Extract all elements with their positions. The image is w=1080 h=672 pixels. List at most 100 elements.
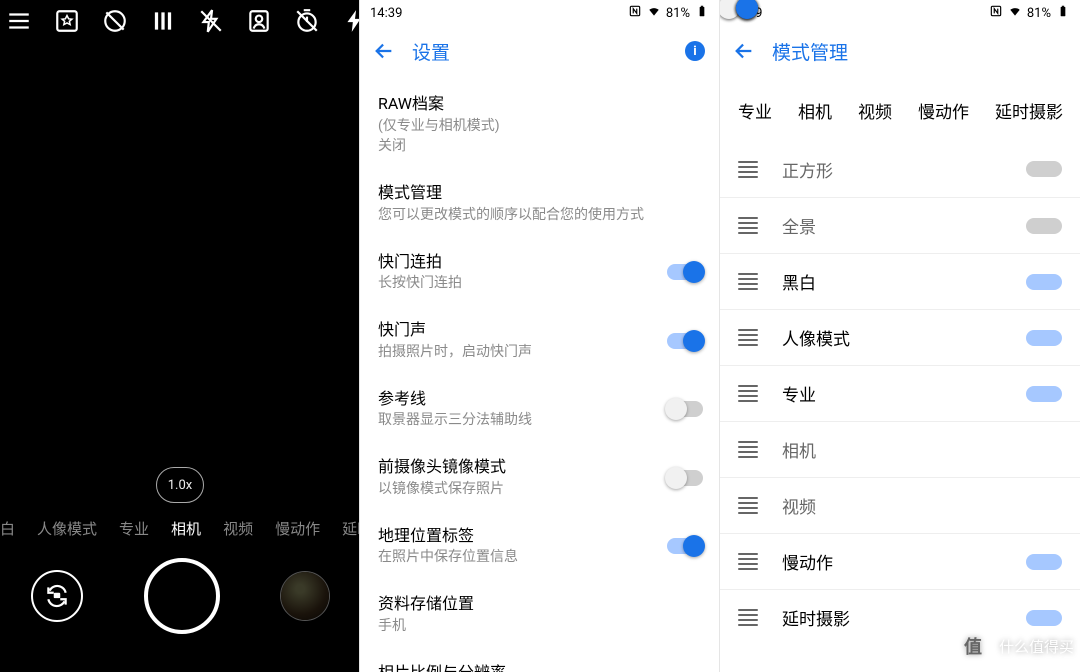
mode-tab[interactable]: 专业: [738, 98, 772, 123]
flash-off-icon[interactable]: [198, 8, 224, 38]
app-bar: 设置 i: [360, 26, 719, 76]
wifi-icon: [1008, 4, 1022, 22]
camera-mode-item[interactable]: 视频: [223, 518, 253, 539]
toggle[interactable]: [1026, 554, 1062, 570]
settings-screen: 14:39 81% 设置 i RAW档案(仅专业与相机模式)关闭模式管理您可以更…: [360, 0, 720, 672]
menu-icon[interactable]: [6, 8, 32, 38]
filter-off-icon[interactable]: [102, 8, 128, 38]
gallery-star-icon[interactable]: [54, 8, 80, 38]
toggle[interactable]: [1026, 161, 1062, 177]
camera-mode-strip[interactable]: 白 人像模式 专业 相机 视频 慢动作 延时: [0, 518, 359, 539]
page-title: 设置: [412, 38, 450, 65]
timer-off-icon[interactable]: [294, 8, 320, 38]
mode-tab[interactable]: 视频: [858, 98, 892, 123]
status-battery: 81%: [1027, 6, 1051, 21]
settings-row[interactable]: 前摄像头镜像模式以镜像模式保存照片: [360, 443, 719, 511]
settings-row-subtitle: (仅专业与相机模式): [378, 117, 701, 136]
portrait-icon[interactable]: [246, 8, 272, 38]
settings-row[interactable]: 快门声拍摄照片时，启动快门声: [360, 306, 719, 374]
settings-row[interactable]: 模式管理您可以更改模式的顺序以配合您的使用方式: [360, 169, 719, 237]
watermark: 值 什么值得买: [953, 626, 1074, 666]
mode-row-label: 全景: [782, 213, 1026, 238]
mode-row-label: 人像模式: [782, 325, 1026, 350]
mode-row[interactable]: 黑白: [720, 253, 1080, 309]
settings-row[interactable]: 资料存储位置手机: [360, 580, 719, 648]
settings-row-title: 模式管理: [378, 182, 701, 204]
settings-row-title: 参考线: [378, 388, 701, 410]
info-button[interactable]: i: [685, 41, 705, 61]
drag-handle-icon[interactable]: [738, 497, 758, 514]
mode-row[interactable]: 视频: [720, 477, 1080, 533]
settings-row-subtitle: 在照片中保存位置信息: [378, 548, 701, 567]
drag-handle-icon[interactable]: [738, 553, 758, 570]
burst-icon[interactable]: [150, 8, 176, 38]
toggle[interactable]: [1026, 610, 1062, 626]
drag-handle-icon[interactable]: [738, 273, 758, 290]
mode-row[interactable]: 全景: [720, 197, 1080, 253]
mode-tab[interactable]: 相机: [798, 98, 832, 123]
nfc-icon: [628, 4, 642, 22]
camera-mode-item[interactable]: 白: [0, 518, 15, 539]
mode-tab[interactable]: 慢动作: [918, 98, 969, 123]
battery-icon: [695, 4, 709, 22]
drag-handle-icon[interactable]: [738, 385, 758, 402]
settings-row[interactable]: 快门连拍长按快门连拍: [360, 238, 719, 306]
drag-handle-icon[interactable]: [738, 329, 758, 346]
drag-handle-icon[interactable]: [738, 161, 758, 178]
back-button[interactable]: [730, 37, 758, 65]
page-title: 模式管理: [772, 38, 848, 65]
drag-handle-icon[interactable]: [738, 609, 758, 626]
toggle[interactable]: [1026, 274, 1062, 290]
mode-row-label: 视频: [782, 493, 1062, 518]
mode-row[interactable]: 正方形: [720, 141, 1080, 197]
settings-row-subtitle: 取景器显示三分法辅助线: [378, 411, 701, 430]
camera-mode-item[interactable]: 专业: [119, 518, 149, 539]
toggle[interactable]: [1026, 218, 1062, 234]
camera-mode-item[interactable]: 人像模式: [37, 518, 97, 539]
toggle[interactable]: [1026, 386, 1062, 402]
drag-handle-icon[interactable]: [738, 441, 758, 458]
drag-handle-icon[interactable]: [738, 217, 758, 234]
settings-row-title: 快门连拍: [378, 251, 701, 273]
mode-row[interactable]: 相机: [720, 421, 1080, 477]
toggle[interactable]: [667, 470, 703, 486]
switch-camera-button[interactable]: [31, 570, 83, 622]
mode-list: 正方形全景黑白人像模式专业相机视频慢动作延时摄影: [720, 141, 1080, 645]
toggle[interactable]: [667, 401, 703, 417]
mode-tab[interactable]: 延时摄影: [995, 98, 1063, 123]
mode-row-label: 黑白: [782, 269, 1026, 294]
settings-row-subtitle: 您可以更改模式的顺序以配合您的使用方式: [378, 206, 701, 225]
settings-row-subtitle: 拍摄照片时，启动快门声: [378, 343, 701, 362]
toggle[interactable]: [667, 538, 703, 554]
camera-mode-item[interactable]: 相机: [171, 518, 201, 539]
toggle[interactable]: [667, 264, 703, 280]
settings-row-title: RAW档案: [378, 93, 701, 115]
mode-row[interactable]: 专业: [720, 365, 1080, 421]
settings-row-title: 地理位置标签: [378, 525, 701, 547]
settings-list: RAW档案 (仅专业与相机模式)关闭模式管理您可以更改模式的顺序以配合您的使用方式…: [360, 76, 719, 672]
status-time: 14:39: [370, 6, 402, 21]
settings-row-title: 快门声: [378, 319, 701, 341]
last-photo-thumbnail[interactable]: [281, 572, 329, 620]
settings-row[interactable]: 参考线取景器显示三分法辅助线: [360, 375, 719, 443]
mode-management-screen: 14:39 81% 模式管理 专业相机视频慢动作延时摄影 正方形全景黑白人像模式…: [720, 0, 1080, 672]
flash-auto-icon[interactable]: [342, 8, 360, 38]
back-button[interactable]: [370, 37, 398, 65]
camera-top-toolbar: [0, 0, 359, 46]
mode-row[interactable]: 人像模式: [720, 309, 1080, 365]
camera-mode-item[interactable]: 延时: [342, 518, 359, 539]
zoom-badge[interactable]: 1.0x: [156, 467, 204, 503]
settings-row[interactable]: 地理位置标签在照片中保存位置信息: [360, 512, 719, 580]
camera-mode-item[interactable]: 慢动作: [275, 518, 320, 539]
toggle[interactable]: [667, 333, 703, 349]
settings-row[interactable]: 相片比例与分辨率为后置相机和前置相机设置照片和视频的纵横比和分辨率: [360, 649, 719, 672]
toggle[interactable]: [1026, 330, 1062, 346]
wifi-icon: [647, 4, 661, 22]
mode-row-label: 慢动作: [782, 549, 1026, 574]
settings-row[interactable]: RAW档案 (仅专业与相机模式)关闭: [360, 80, 719, 169]
mode-tabs: 专业 相机 视频 慢动作 延时摄影: [720, 76, 1080, 141]
settings-row-value: 关闭: [378, 137, 701, 156]
mode-row[interactable]: 慢动作: [720, 533, 1080, 589]
app-bar: 模式管理: [720, 26, 1080, 76]
shutter-button[interactable]: [144, 558, 220, 634]
